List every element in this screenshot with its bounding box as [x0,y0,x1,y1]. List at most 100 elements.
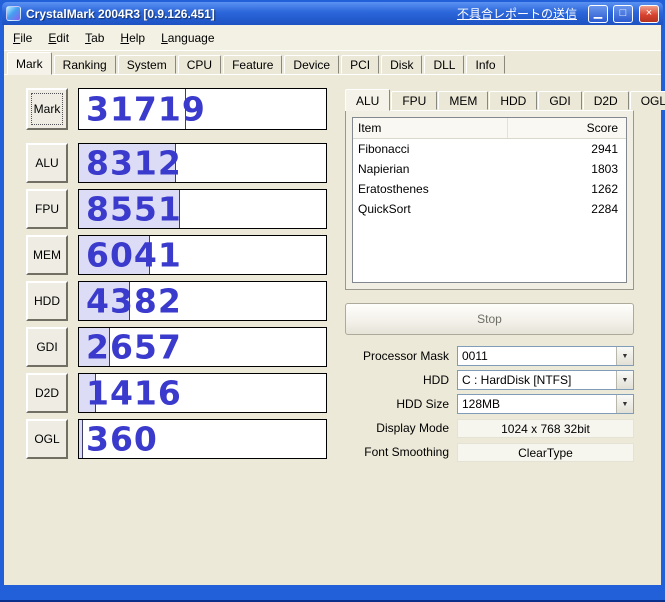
detail-panel: ALU FPU MEM HDD GDI D2D OGL Item Score F… [345,88,665,290]
form-row: HDD C : HardDisk [NTFS] ▼ [345,370,634,390]
detail-tabstrip: ALU FPU MEM HDD GDI D2D OGL [345,88,665,111]
score-column: Mark 31719 ALU 8312 FPU 8551 MEM 6041 HD… [26,88,327,465]
settings-form: Processor Mask 0011 ▼ HDD C : HardDisk [… [345,346,634,466]
hdd-select[interactable]: C : HardDisk [NTFS] ▼ [457,370,634,390]
score-row: GDI 2657 [26,327,327,367]
sidebar-button-alu[interactable]: ALU [26,143,68,183]
menu-item-edit[interactable]: Edit [41,28,76,48]
score-box-mark: 31719 [78,88,327,130]
table-row[interactable]: Eratosthenes 1262 [353,179,626,199]
dropdown-arrow-icon[interactable]: ▼ [616,347,633,365]
score-value-gdi: 2657 [86,327,182,367]
detail-tab-fpu[interactable]: FPU [391,91,438,110]
form-row: HDD Size 128MB ▼ [345,394,634,414]
table-row[interactable]: Napierian 1803 [353,159,626,179]
score-value-hdd: 4382 [86,281,182,321]
score-value-ogl: 360 [86,419,158,459]
tab-ranking[interactable]: Ranking [53,55,116,74]
cell-item: Napierian [358,162,410,176]
menubar: File Edit Tab Help Language [4,25,661,51]
sidebar-button-gdi[interactable]: GDI [26,327,68,367]
column-header-score[interactable]: Score [508,118,626,138]
detail-tab-d2d[interactable]: D2D [582,91,629,110]
menu-item-language[interactable]: Language [154,28,221,48]
table-row[interactable]: QuickSort 2284 [353,199,626,219]
tab-cpu[interactable]: CPU [177,55,222,74]
detail-tab-ogl[interactable]: OGL [629,91,665,110]
bug-report-link[interactable]: 不具合レポートの送信 [457,5,577,22]
sidebar-button-mark[interactable]: Mark [26,88,68,130]
score-row: MEM 6041 [26,235,327,275]
detail-tab-hdd[interactable]: HDD [489,91,538,110]
dropdown-arrow-icon[interactable]: ▼ [616,371,633,389]
score-row: HDD 4382 [26,281,327,321]
combo-value: 0011 [462,349,488,363]
table-header: Item Score [353,118,626,139]
table-row[interactable]: Fibonacci 2941 [353,139,626,159]
score-bar [79,420,83,458]
cell-score: 2941 [591,142,618,156]
detail-tab-gdi[interactable]: GDI [538,91,582,110]
cell-score: 1262 [591,182,618,196]
processor-mask-select[interactable]: 0011 ▼ [457,346,634,366]
score-row: ALU 8312 [26,143,327,183]
score-box-fpu: 8551 [78,189,327,229]
field-label-hdd-size: HDD Size [396,397,449,411]
tab-feature[interactable]: Feature [223,55,283,74]
combo-value: 128MB [462,397,501,411]
titlebar: CrystalMark 2004R3 [0.9.126.451] 不具合レポート… [2,2,663,25]
field-label-hdd: HDD [423,373,449,387]
app-icon [6,6,21,21]
dropdown-arrow-icon[interactable]: ▼ [616,395,633,413]
tab-system[interactable]: System [117,55,176,74]
menu-item-file[interactable]: File [6,28,39,48]
menu-item-tab[interactable]: Tab [78,28,111,48]
sidebar-button-d2d[interactable]: D2D [26,373,68,413]
sidebar-button-hdd[interactable]: HDD [26,281,68,321]
score-box-gdi: 2657 [78,327,327,367]
field-label-processor-mask: Processor Mask [362,349,449,363]
detail-tab-alu[interactable]: ALU [345,89,391,111]
result-table: Item Score Fibonacci 2941 Napierian 1803 [352,117,627,283]
score-box-mem: 6041 [78,235,327,275]
score-box-hdd: 4382 [78,281,327,321]
detail-tab-mem[interactable]: MEM [438,91,489,110]
window-title: CrystalMark 2004R3 [0.9.126.451] [26,6,215,21]
score-row: FPU 8551 [26,189,327,229]
tab-device[interactable]: Device [284,55,340,74]
font-smoothing-value: ClearType [457,443,634,462]
sidebar-button-ogl[interactable]: OGL [26,419,68,459]
mark-page: Mark 31719 ALU 8312 FPU 8551 MEM 6041 HD… [4,75,665,585]
column-header-item[interactable]: Item [353,118,508,138]
score-value-mark: 31719 [86,89,206,129]
score-row: OGL 360 [26,419,327,459]
stop-button[interactable]: Stop [345,303,634,335]
cell-item: Eratosthenes [358,182,429,196]
maximize-button[interactable]: □ [613,4,633,23]
cell-item: QuickSort [358,202,411,216]
menu-item-help[interactable]: Help [113,28,152,48]
tab-dll[interactable]: DLL [424,55,465,74]
client-area: File Edit Tab Help Language Mark Ranking… [4,25,665,585]
score-value-alu: 8312 [86,143,182,183]
score-value-fpu: 8551 [86,189,182,229]
cell-item: Fibonacci [358,142,410,156]
sidebar-button-fpu[interactable]: FPU [26,189,68,229]
minimize-button[interactable]: ▁ [588,4,608,23]
tab-disk[interactable]: Disk [381,55,423,74]
close-button[interactable]: × [639,4,659,23]
score-box-d2d: 1416 [78,373,327,413]
sidebar-button-mem[interactable]: MEM [26,235,68,275]
detail-tab-page: Item Score Fibonacci 2941 Napierian 1803 [345,110,634,290]
form-row: Font Smoothing ClearType [345,442,634,462]
tab-info[interactable]: Info [466,55,505,74]
form-row: Processor Mask 0011 ▼ [345,346,634,366]
main-tabstrip: Mark Ranking System CPU Feature Device P… [4,51,661,75]
tab-pci[interactable]: PCI [341,55,380,74]
form-row: Display Mode 1024 x 768 32bit [345,418,634,438]
score-value-d2d: 1416 [86,373,182,413]
hdd-size-select[interactable]: 128MB ▼ [457,394,634,414]
tab-mark[interactable]: Mark [7,52,52,75]
score-row: D2D 1416 [26,373,327,413]
score-box-alu: 8312 [78,143,327,183]
